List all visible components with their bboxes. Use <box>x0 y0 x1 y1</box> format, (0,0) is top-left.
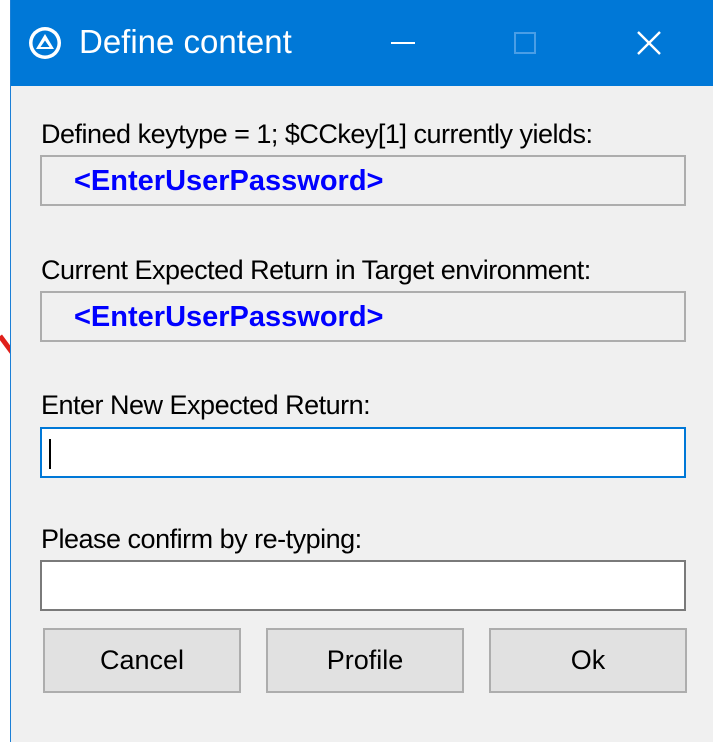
close-button[interactable] <box>601 0 697 86</box>
maximize-icon <box>514 32 536 54</box>
current-return-label: Current Expected Return in Target enviro… <box>41 255 591 285</box>
maximize-button <box>477 0 573 86</box>
profile-button[interactable]: Profile <box>266 628 464 693</box>
new-return-input[interactable] <box>42 429 684 476</box>
keytype-label: Defined keytype = 1; $CCkey[1] currently… <box>41 119 593 149</box>
screenshot-stage: Define content Defined keytype = 1; $CCk… <box>0 0 713 742</box>
window-title: Define content <box>79 23 292 60</box>
minimize-icon <box>391 42 415 44</box>
new-return-label: Enter New Expected Return: <box>41 390 371 420</box>
text-caret <box>49 439 51 469</box>
keytype-value-box: <EnterUserPassword> <box>40 155 686 206</box>
close-icon <box>637 31 661 55</box>
title-bar[interactable]: Define content <box>11 0 713 86</box>
minimize-button[interactable] <box>355 0 451 86</box>
cancel-button[interactable]: Cancel <box>43 628 241 693</box>
current-return-value-box: <EnterUserPassword> <box>40 291 686 342</box>
current-return-value: <EnterUserPassword> <box>74 301 384 333</box>
keytype-value: <EnterUserPassword> <box>74 165 384 197</box>
confirm-label: Please confirm by re-typing: <box>41 524 362 554</box>
confirm-input[interactable] <box>42 562 684 609</box>
confirm-field[interactable] <box>40 560 686 611</box>
app-logo-icon <box>29 27 61 59</box>
define-content-dialog: Define content Defined keytype = 1; $CCk… <box>10 0 713 742</box>
new-return-field[interactable] <box>40 427 686 478</box>
ok-button[interactable]: Ok <box>489 628 687 693</box>
